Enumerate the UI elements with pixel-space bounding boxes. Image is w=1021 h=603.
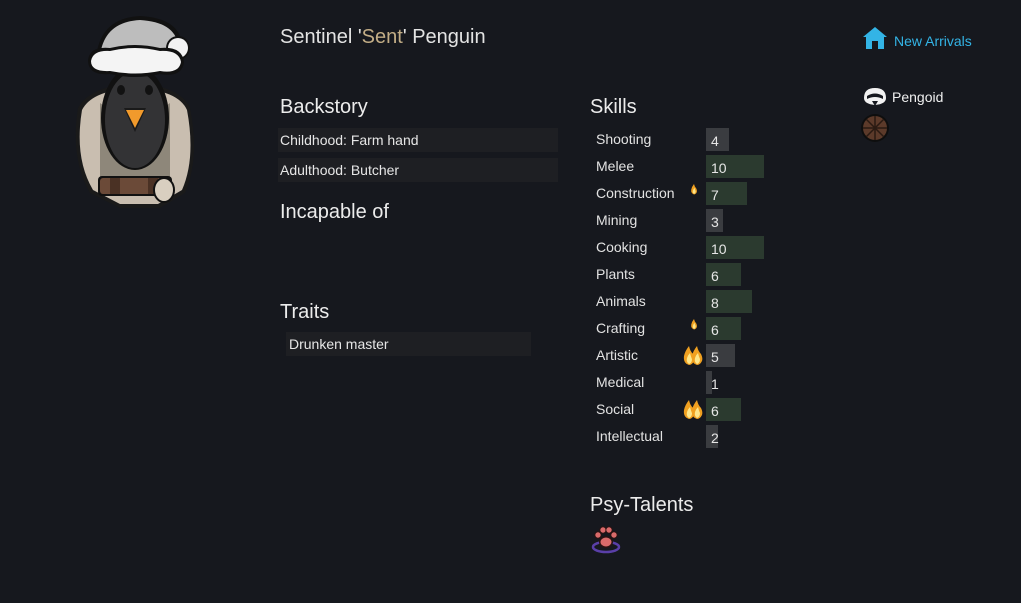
- minor-passion-icon: [691, 319, 697, 330]
- paw-talent-icon[interactable]: [590, 522, 622, 554]
- skill-level: 6: [711, 268, 719, 284]
- house-icon: [863, 27, 887, 49]
- skills-heading: Skills: [590, 96, 637, 118]
- faction-label: New Arrivals: [894, 33, 972, 49]
- skill-row[interactable]: Shooting 4: [590, 126, 790, 153]
- skill-row[interactable]: Crafting 6: [590, 315, 790, 342]
- skills-list: Shooting 4 Melee 10 Construction 7 Mining 3 Cook…: [590, 126, 790, 450]
- skill-row[interactable]: Animals 8: [590, 288, 790, 315]
- skill-row[interactable]: Intellectual 2: [590, 423, 790, 450]
- psy-talents-heading: Psy-Talents: [590, 494, 694, 516]
- skill-label: Construction: [596, 185, 675, 201]
- pawn-name: Sentinel 'Sent' Penguin: [280, 26, 486, 48]
- skill-level: 5: [711, 349, 719, 365]
- skill-label: Artistic: [596, 347, 638, 363]
- major-passion-icon: [683, 400, 703, 419]
- skill-level: 6: [711, 403, 719, 419]
- skill-level: 7: [711, 187, 719, 203]
- skill-label: Crafting: [596, 320, 646, 336]
- skill-row[interactable]: Medical 1: [590, 369, 790, 396]
- skill-level: 2: [711, 430, 719, 446]
- penguin-head-icon: [864, 88, 886, 106]
- skill-row[interactable]: Cooking 10: [590, 234, 790, 261]
- skill-row[interactable]: Construction 7: [590, 180, 790, 207]
- skill-level: 1: [711, 376, 719, 392]
- skill-label: Cooking: [596, 239, 648, 255]
- childhood-backstory[interactable]: Childhood: Farm hand: [278, 128, 558, 152]
- skill-level: 10: [711, 160, 727, 176]
- skill-label: Mining: [596, 212, 638, 228]
- backstory-heading: Backstory: [280, 96, 368, 118]
- xenotype[interactable]: Pengoid: [862, 86, 943, 108]
- skill-level: 6: [711, 322, 719, 338]
- skill-row[interactable]: Plants 6: [590, 261, 790, 288]
- skill-label: Animals: [596, 293, 646, 309]
- skill-row[interactable]: Social 6: [590, 396, 790, 423]
- skill-label: Plants: [596, 266, 635, 282]
- adulthood-backstory[interactable]: Adulthood: Butcher: [278, 158, 558, 182]
- skill-label: Social: [596, 401, 635, 417]
- trait-item[interactable]: Drunken master: [286, 332, 531, 356]
- skill-row[interactable]: Artistic 5: [590, 342, 790, 369]
- skill-level: 4: [711, 133, 719, 149]
- skill-label: Intellectual: [596, 428, 663, 444]
- skill-row[interactable]: Mining 3: [590, 207, 790, 234]
- xenotype-label: Pengoid: [892, 89, 944, 105]
- skill-level: 8: [711, 295, 719, 311]
- major-passion-icon: [683, 346, 703, 365]
- pawn-portrait: [75, 16, 194, 208]
- incapable-heading: Incapable of: [280, 201, 389, 223]
- skill-label: Melee: [596, 158, 635, 174]
- skill-level: 3: [711, 214, 719, 230]
- pawn-nickname: Sent: [361, 26, 403, 48]
- ideoligion-wheel-icon[interactable]: [860, 113, 890, 143]
- skill-label: Shooting: [596, 131, 652, 147]
- faction-link[interactable]: New Arrivals: [862, 24, 972, 52]
- skill-level: 10: [711, 241, 727, 257]
- skill-row[interactable]: Melee 10: [590, 153, 790, 180]
- minor-passion-icon: [691, 184, 697, 195]
- skill-label: Medical: [596, 374, 645, 390]
- traits-heading: Traits: [280, 301, 330, 323]
